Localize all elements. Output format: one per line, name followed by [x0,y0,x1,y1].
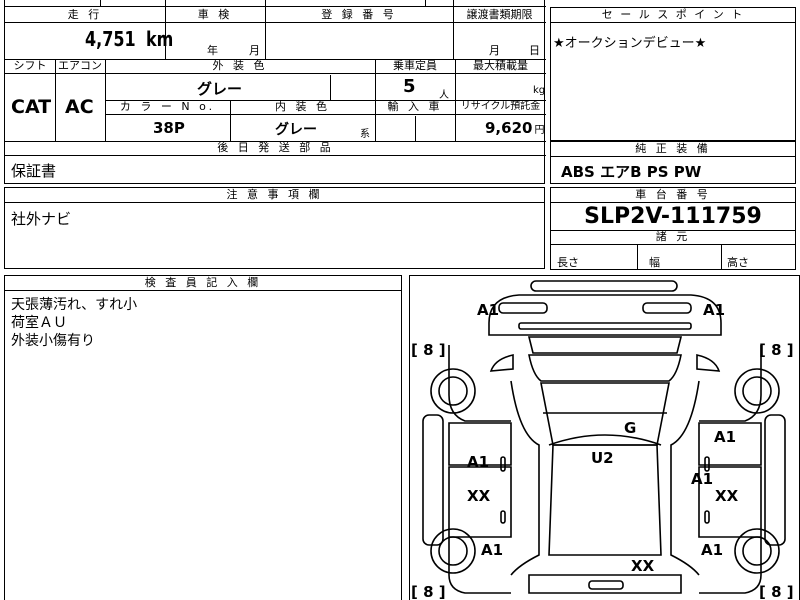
left-body-outline [448,345,511,422]
color-no-value: 38P [153,119,185,137]
inspector-line: 荷室ＡＵ [11,315,67,331]
damage-mark: U2 [591,449,614,467]
aircon-value: AC [65,96,94,118]
inspection-header: 車 検 [165,8,265,23]
transfer-deadline-header: 譲渡書類期限 [453,8,546,23]
left-sill [422,414,444,546]
left-side-panel [510,380,540,576]
damage-mark: A1 [714,428,736,446]
dimensions-header: 諸 元 [551,230,795,245]
mileage-value: 4,751 km [85,27,174,51]
tire-label: [ 8 ] [759,341,794,359]
mileage-header: 走 行 [5,8,165,23]
damage-mark: A1 [701,541,723,559]
right-sill [764,414,786,546]
width-label: 幅 [649,256,660,269]
damage-mark: A1 [467,453,489,471]
deadline-day-label: 日 [529,44,540,57]
tire-front-left [430,368,476,414]
chassis-value: SLP2V-111759 [584,204,762,229]
chassis-box: 車 台 番 号 SLP2V-111759 諸 元 長さ 幅 高さ [550,187,796,270]
equipment-box: 純 正 装 備 ABS エアB PS PW [550,141,796,184]
color-no-header: カ ラ ー N o. [105,100,230,115]
shift-header: シフト [5,59,55,74]
left-rear-handle [500,510,506,524]
max-load-unit: kg [533,85,546,96]
tire-label: [ 8 ] [411,341,446,359]
rear-bumper [528,574,682,594]
tire-front-right-inner [742,376,772,406]
interior-color-suffix: 系 [360,129,370,140]
damage-mark: A1 [691,470,713,488]
equipment-header: 純 正 装 備 [551,142,795,157]
exterior-color-value: グレー [197,80,243,98]
tire-label: [ 8 ] [411,583,446,600]
tire-front-right [734,368,780,414]
interior-color-header: 内 装 色 [230,100,375,115]
rear-lamp [588,580,624,590]
damage-mark: A1 [703,301,725,319]
headlight-right [642,302,692,314]
inspector-box: 検 査 員 記 入 欄 天張薄汚れ、すれ小 荷室ＡＵ 外装小傷有り [4,275,402,600]
recycle-header: リサイクル預託金 [455,100,546,115]
headlight-left [498,302,548,314]
car-diagram: [ 8 ] [ 8 ] [ 8 ] [ 8 ] A1 A1 G A1 A1 U2… [411,280,794,600]
capacity-header: 乗車定員 [375,59,455,74]
notes-value: 社外ナビ [11,210,72,228]
vehicle-info-table: 走 行 車 検 登 録 番 号 譲渡書類期限 4,751 km 年 月 月 日 シ… [4,0,546,184]
sales-point-header: セ ー ル ス ポ イ ン ト [551,8,795,23]
notes-header: 注 意 事 項 欄 [5,188,544,203]
damage-mark: XX [715,487,739,505]
recycle-value: 9,620 円 [485,119,545,137]
cargo-top [548,434,662,446]
equipment-value: ABS エアB PS PW [561,163,702,181]
damage-mark: XX [631,557,655,575]
inspection-month-label: 月 [249,44,260,57]
tire-rear-left-inner [438,536,468,566]
inspector-header: 検 査 員 記 入 欄 [5,276,401,291]
import-header: 輸 入 車 [375,100,455,115]
shift-value: CAT [11,96,52,118]
notes-box: 注 意 事 項 欄 社外ナビ [4,187,545,269]
tire-rear-right-inner [742,536,772,566]
exterior-color-header: 外 装 色 [105,59,375,74]
capacity-value: 5 [403,76,416,97]
inspector-line: 天張薄汚れ、すれ小 [11,297,138,313]
right-body-outline [699,345,762,422]
car-diagram-box: [ 8 ] [ 8 ] [ 8 ] [ 8 ] A1 A1 G A1 A1 U2… [409,275,800,600]
height-label: 高さ [727,256,749,269]
capacity-unit: 人 [439,90,449,101]
inspection-year-label: 年 [207,44,218,57]
tire-front-left-inner [438,376,468,406]
tire-rear-left [430,528,476,574]
damage-mark: G [624,419,636,437]
deadline-month-label: 月 [489,44,500,57]
hood [527,336,683,354]
right-front-handle [704,456,710,472]
left-mirror [489,354,514,372]
right-mirror [696,354,721,372]
registration-header: 登 録 番 号 [265,8,453,23]
tire-rear-right [734,528,780,574]
aircon-header: エアコン [55,59,105,74]
damage-mark: XX [467,487,491,505]
sales-point-value: ★オークションデビュー★ [553,36,707,51]
max-load-header: 最大積載量 [455,59,546,74]
sales-point-box: セ ー ル ス ポ イ ン ト ★オークションデビュー★ [550,7,796,141]
left-front-handle [500,456,506,472]
right-rear-handle [704,510,710,524]
length-label: 長さ [557,256,579,269]
front-grille [518,322,692,330]
chassis-header: 車 台 番 号 [551,188,795,203]
damage-mark: A1 [481,541,503,559]
post-parts-value: 保証書 [11,162,57,180]
post-parts-header: 後 日 発 送 部 品 [5,141,546,156]
top-bar [530,280,678,292]
tire-label: [ 8 ] [759,583,794,600]
damage-mark: A1 [477,301,499,319]
windshield [528,354,682,382]
interior-color-value: グレー [275,122,317,138]
inspector-line: 外装小傷有り [11,333,95,349]
